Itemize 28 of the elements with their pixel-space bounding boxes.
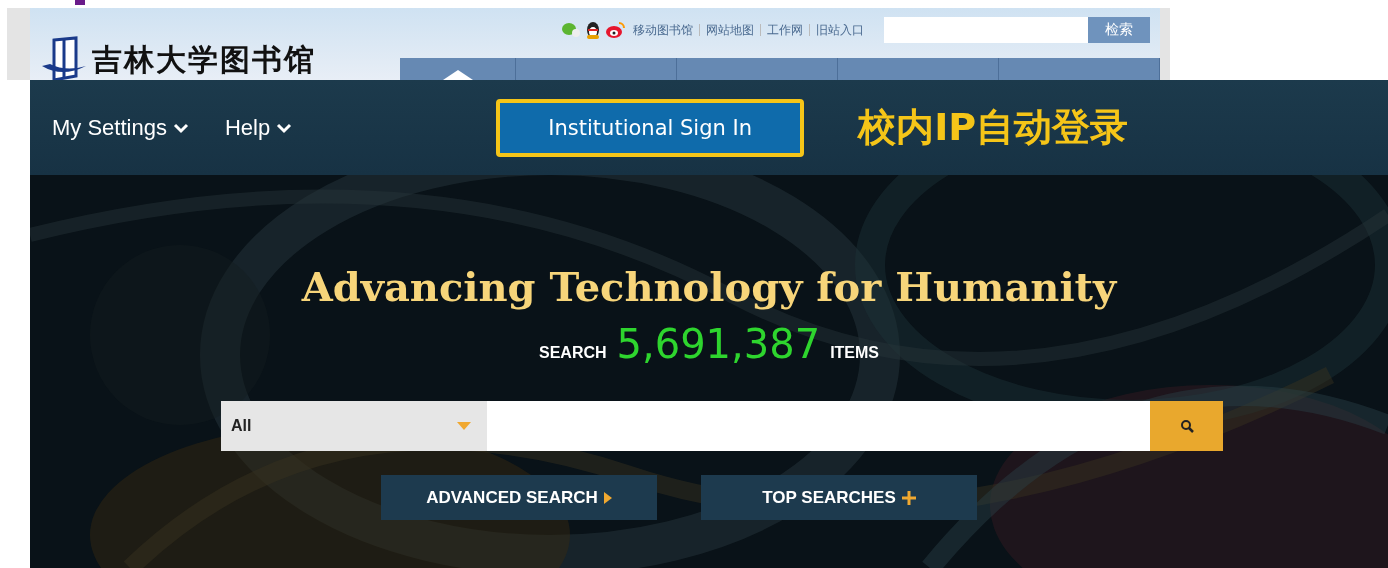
search-option-button[interactable]: ADVANCED SEARCH — [381, 475, 657, 520]
count-label: SEARCH — [539, 344, 607, 362]
search-button[interactable]: 检索 — [1088, 17, 1150, 43]
menu-link[interactable]: My Settings — [52, 114, 189, 141]
header-link[interactable]: 工作网 — [767, 21, 803, 39]
scope-dropdown[interactable]: All — [221, 401, 487, 451]
header-link[interactable]: 移动图书馆 — [633, 21, 693, 39]
menu-link[interactable]: Help — [224, 114, 293, 141]
penguin-icon[interactable] — [585, 21, 601, 39]
chevron-icon — [172, 121, 189, 134]
arrow-icon — [603, 491, 612, 504]
corner-mark — [75, 0, 85, 5]
search-icon — [1179, 419, 1194, 433]
item-count: 5,691,387 — [616, 321, 821, 367]
search-field[interactable] — [884, 17, 1088, 43]
sign-in-button[interactable]: Institutional Sign In — [496, 98, 805, 157]
search-button[interactable] — [1150, 401, 1223, 451]
annotation: 校内IP自动登录 — [858, 104, 1129, 151]
library-name: 吉林大学图书馆 — [92, 41, 316, 79]
search-option-button[interactable]: TOP SEARCHES — [701, 475, 977, 520]
plus-icon — [901, 490, 916, 505]
caret-icon — [457, 422, 471, 430]
header-link[interactable]: 旧站入口 — [816, 21, 864, 39]
chevron-icon — [276, 121, 293, 134]
header-link[interactable]: 网站地图 — [706, 21, 754, 39]
count-label: ITEMS — [830, 344, 879, 362]
search-field[interactable] — [487, 401, 1150, 451]
headline: Advancing Technology for Humanity — [301, 263, 1117, 311]
